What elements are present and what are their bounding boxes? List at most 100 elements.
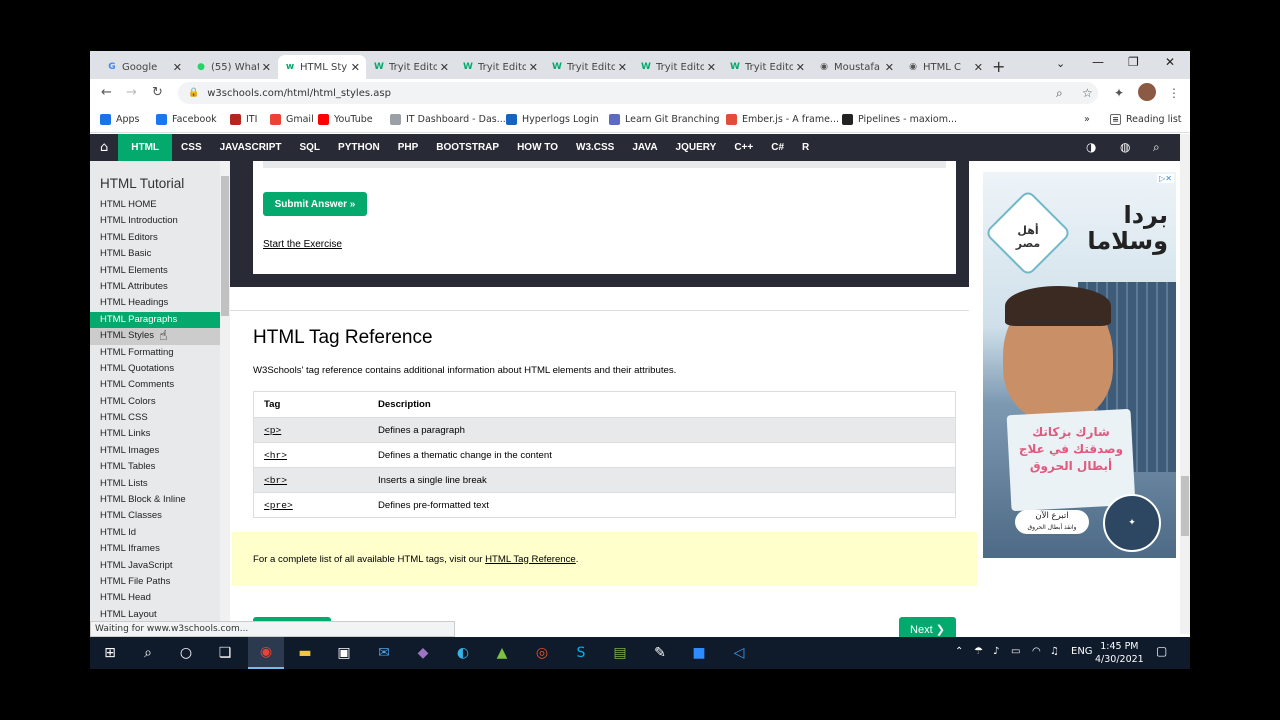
cortana-icon[interactable]: ○ <box>176 643 196 663</box>
sidebar-item[interactable]: HTML Colors <box>90 394 220 410</box>
tab-4[interactable]: W Tryit Editor✕ <box>456 55 544 79</box>
nav-item-javascript[interactable]: JAVASCRIPT <box>211 134 291 161</box>
bookmark-item[interactable]: Learn Git Branching <box>609 114 720 125</box>
nav-item-r[interactable]: R <box>793 134 818 161</box>
nav-item-c#[interactable]: C# <box>762 134 793 161</box>
tab-7[interactable]: W Tryit Editor✕ <box>723 55 811 79</box>
stop-loading-button[interactable]: ↻ <box>152 85 163 100</box>
sidebar-item[interactable]: HTML Block & Inline <box>90 492 220 508</box>
sidebar-item[interactable]: HTML Styles <box>90 328 220 345</box>
tag-link[interactable]: <pre> <box>264 500 293 511</box>
app-icon[interactable]: ▲ <box>492 643 512 663</box>
new-tab-button[interactable]: + <box>992 57 1005 76</box>
tab-search-icon[interactable]: ⌄ <box>1056 57 1065 70</box>
nav-item-jquery[interactable]: JQUERY <box>667 134 726 161</box>
tab-close-icon[interactable]: ✕ <box>885 61 894 74</box>
nav-item-css[interactable]: CSS <box>172 134 211 161</box>
tray-overflow-icon[interactable]: ⌃ <box>955 646 963 657</box>
bookmark-item[interactable]: ITI <box>230 114 257 125</box>
visual-studio-icon[interactable]: ◆ <box>413 643 433 663</box>
sidebar-item[interactable]: HTML Tables <box>90 459 220 475</box>
tab-6[interactable]: W Tryit Editor✕ <box>634 55 722 79</box>
tab-close-icon[interactable]: ✕ <box>173 61 182 74</box>
bookmark-item[interactable]: Apps <box>100 114 140 125</box>
nav-item-howto[interactable]: HOW TO <box>508 134 567 161</box>
antivirus-icon[interactable]: ☂ <box>974 646 983 657</box>
search-taskbar-icon[interactable]: ⌕ <box>138 643 158 663</box>
tab-close-icon[interactable]: ✕ <box>262 61 271 74</box>
sidebar-scrollbar[interactable] <box>220 161 230 631</box>
tab-close-icon[interactable]: ✕ <box>351 61 360 74</box>
nav-item-java[interactable]: JAVA <box>623 134 666 161</box>
tab-close-icon[interactable]: ✕ <box>618 61 627 74</box>
tab-8[interactable]: ◉ Moustafa ✕ <box>812 55 900 79</box>
bookmark-star-icon[interactable]: ☆ <box>1082 86 1093 100</box>
nav-item-python[interactable]: PYTHON <box>329 134 389 161</box>
sidebar-item[interactable]: HTML JavaScript <box>90 558 220 574</box>
volume-icon[interactable]: ♫ <box>1050 646 1059 657</box>
sidebar-item[interactable]: HTML File Paths <box>90 574 220 590</box>
file-explorer-icon[interactable]: ▬ <box>295 643 315 663</box>
sidebar-item[interactable]: HTML Id <box>90 525 220 541</box>
bookmark-item[interactable]: Facebook <box>156 114 217 125</box>
ad-donate-button[interactable]: اتبرع الآن وانقذ أبطال الحروق <box>1015 510 1089 534</box>
edge-icon[interactable]: ◐ <box>453 643 473 663</box>
tab-5[interactable]: W Tryit Editor✕ <box>545 55 633 79</box>
sidebar-item[interactable]: HTML CSS <box>90 410 220 426</box>
restore-button[interactable]: ❐ <box>1128 55 1139 69</box>
page-scrollbar[interactable] <box>1180 134 1190 634</box>
tab-close-icon[interactable]: ✕ <box>974 61 983 74</box>
ubuntu-icon[interactable]: ◎ <box>532 643 552 663</box>
bookmark-item[interactable]: YouTube <box>318 114 373 125</box>
tab-3[interactable]: W Tryit Editor✕ <box>367 55 455 79</box>
tab-9[interactable]: ◉ HTML C ✕ <box>901 55 989 79</box>
mail-icon[interactable]: ✉ <box>374 643 394 663</box>
sidebar-item[interactable]: HTML Head <box>90 590 220 606</box>
forward-button[interactable]: → <box>126 85 137 100</box>
clock[interactable]: 1:45 PM 4/30/2021 <box>1095 640 1144 666</box>
profile-avatar[interactable] <box>1138 83 1156 101</box>
battery-icon[interactable]: ▭ <box>1011 646 1020 657</box>
sidebar-item[interactable]: HTML Introduction <box>90 213 220 229</box>
nav-item-bootstrap[interactable]: BOOTSTRAP <box>427 134 508 161</box>
sidebar-item[interactable]: HTML Classes <box>90 508 220 524</box>
bookmark-item[interactable]: Gmail <box>270 114 314 125</box>
microphone-icon[interactable]: ♪ <box>993 646 999 657</box>
tag-reference-link[interactable]: HTML Tag Reference <box>485 554 576 565</box>
reading-list-button[interactable]: ≡ Reading list <box>1110 114 1182 125</box>
dark-mode-icon[interactable]: ◑ <box>1086 140 1096 154</box>
notepad-icon[interactable]: ▤ <box>610 643 630 663</box>
sidebar-item[interactable]: HTML Quotations <box>90 361 220 377</box>
nav-item-w3css[interactable]: W3.CSS <box>567 134 623 161</box>
task-view-icon[interactable]: ❏ <box>215 643 235 663</box>
sidebar-item[interactable]: HTML Lists <box>90 476 220 492</box>
tag-link[interactable]: <br> <box>264 475 287 486</box>
sidebar-item[interactable]: HTML Formatting <box>90 345 220 361</box>
nav-item-php[interactable]: PHP <box>389 134 428 161</box>
close-window-button[interactable]: ✕ <box>1165 55 1175 69</box>
submit-answer-button[interactable]: Submit Answer » <box>263 192 367 216</box>
back-button[interactable]: ← <box>101 85 112 100</box>
sidebar-item[interactable]: HTML Links <box>90 426 220 442</box>
nav-item-html[interactable]: HTML <box>118 134 173 161</box>
address-bar[interactable]: 🔒 w3schools.com/html/html_styles.asp <box>178 82 1098 104</box>
sidebar-item[interactable]: HTML Paragraphs <box>90 311 220 329</box>
nav-item-sql[interactable]: SQL <box>290 134 329 161</box>
advertisement[interactable]: أهل مصر بردا وسلاما شارك بزكاتك وصدقتك ف… <box>983 172 1176 558</box>
sidebar-scroll-thumb[interactable] <box>221 176 229 316</box>
menu-icon[interactable]: ⋮ <box>1168 86 1180 100</box>
tab-1[interactable]: ● (55) WhatsApp✕ <box>189 55 277 79</box>
vscode-icon[interactable]: ◁ <box>729 643 749 663</box>
language-indicator[interactable]: ENG <box>1071 646 1093 657</box>
extensions-icon[interactable]: ✦ <box>1114 86 1124 100</box>
notifications-icon[interactable]: ▢ <box>1156 644 1167 658</box>
tab-close-icon[interactable]: ✕ <box>440 61 449 74</box>
zoom-icon[interactable]: ⌕ <box>1056 86 1063 101</box>
store-icon[interactable]: ▣ <box>334 643 354 663</box>
minimize-button[interactable]: — <box>1092 55 1104 69</box>
sidebar-item[interactable]: HTML Iframes <box>90 541 220 557</box>
sidebar-item[interactable]: HTML Headings <box>90 295 220 311</box>
windows-start-icon[interactable]: ⊞ <box>100 643 120 663</box>
tab-close-icon[interactable]: ✕ <box>796 61 805 74</box>
zoom-taskbar-icon[interactable]: ■ <box>689 643 709 663</box>
